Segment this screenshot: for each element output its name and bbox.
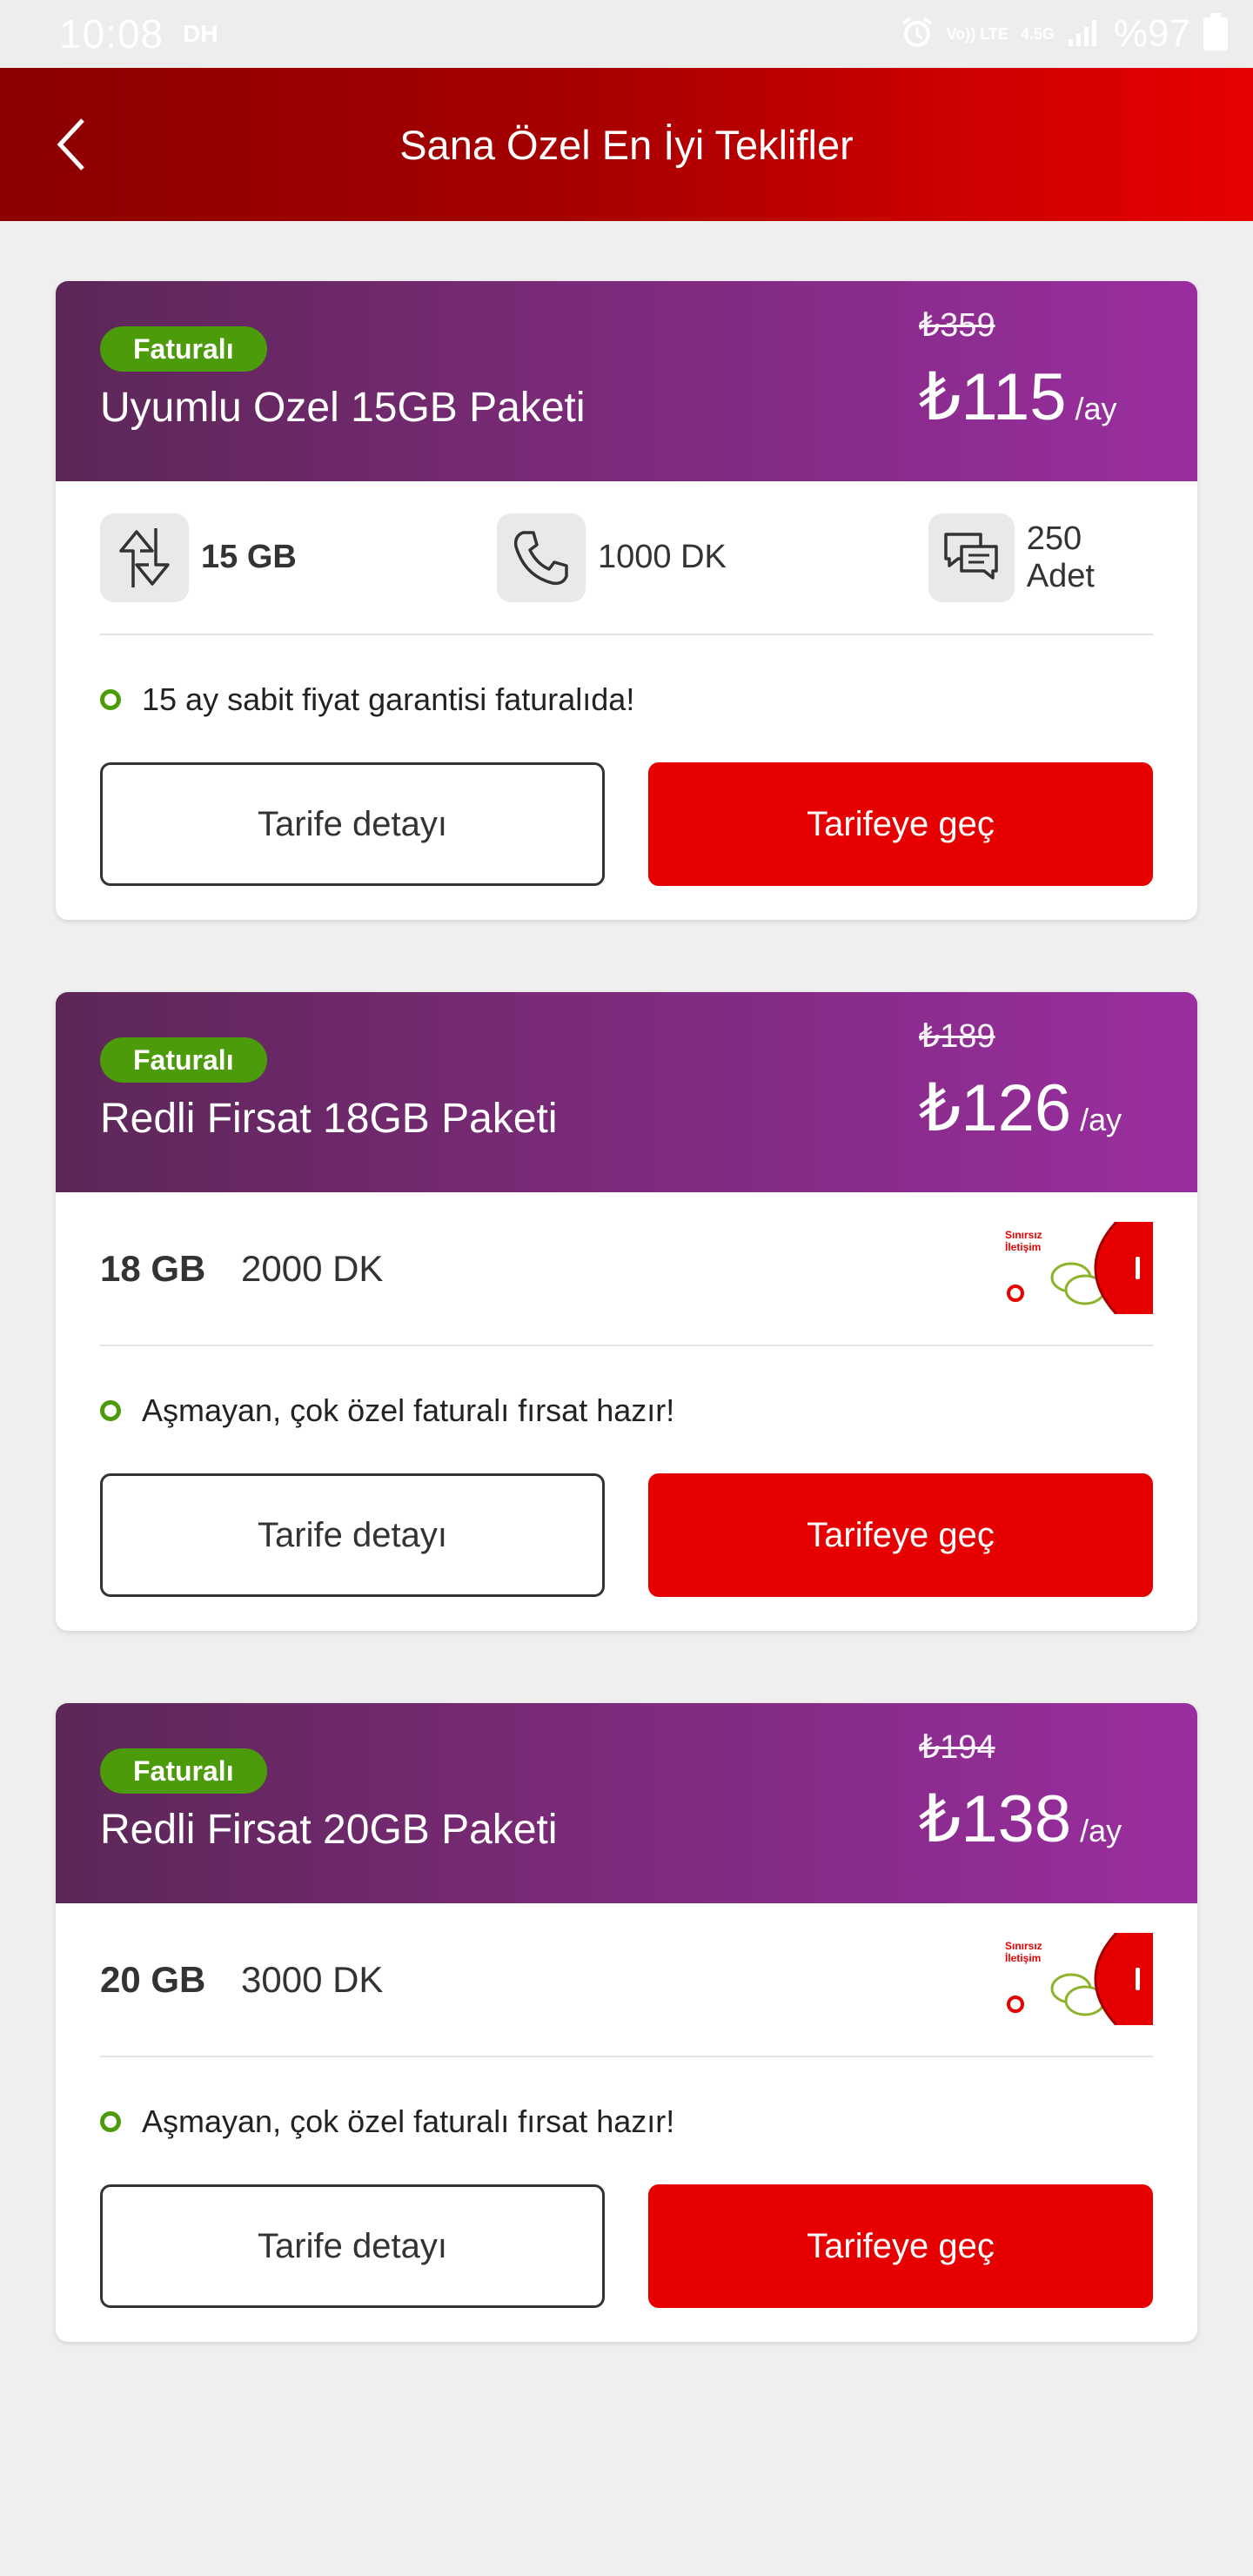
offer-card-header: Faturalı Redli Firsat 18GB Paketi ₺189 ₺…	[56, 992, 1197, 1192]
old-price: ₺359	[919, 307, 995, 344]
offer-card: Faturalı Redli Firsat 18GB Paketi ₺189 ₺…	[56, 992, 1197, 1631]
status-bar: 10:08 DH Vo)) LTE 4.5G %97	[0, 0, 1253, 68]
price-row: ₺138 /ay	[919, 1780, 1122, 1857]
tariff-detail-button[interactable]: Tarife detayı	[100, 2184, 605, 2308]
billing-type-badge: Faturalı	[100, 326, 267, 372]
offer-note: Aşmayan, çok özel faturalı fırsat hazır!	[100, 1392, 674, 1429]
offer-note-text: Aşmayan, çok özel faturalı fırsat hazır!	[142, 2103, 675, 2139]
page-title: Sana Özel En İyi Teklifler	[399, 121, 854, 168]
battery-icon	[1203, 12, 1229, 56]
feature-data: 15 GB	[100, 513, 297, 602]
feature-data-label: 18 GB	[100, 1248, 206, 1289]
price-period: /ay	[1075, 391, 1117, 426]
switch-tariff-button[interactable]: Tarifeye geç	[648, 2184, 1153, 2308]
message-icon	[928, 513, 1015, 602]
bullet-icon	[100, 689, 121, 710]
offer-card: Faturalı Redli Firsat 20GB Paketi ₺194 ₺…	[56, 1703, 1197, 2342]
battery-level: %97	[1113, 12, 1190, 55]
offer-card: Faturalı Uyumlu Ozel 15GB Paketi ₺359 ₺1…	[56, 281, 1197, 920]
feature-minutes-label: 3000 DK	[241, 1959, 384, 2000]
tariff-detail-button[interactable]: Tarife detayı	[100, 762, 605, 886]
back-button[interactable]	[42, 114, 103, 175]
bullet-icon	[100, 2111, 121, 2132]
offer-note-text: 15 ay sabit fiyat garantisi faturalıda!	[142, 681, 635, 717]
signal-icon	[1067, 17, 1102, 52]
price-period: /ay	[1080, 1813, 1122, 1848]
tariff-detail-button[interactable]: Tarife detayı	[100, 1473, 605, 1597]
old-price: ₺194	[919, 1729, 995, 1766]
feature-data-label: 20 GB	[100, 1959, 206, 2000]
offer-note: Aşmayan, çok özel faturalı fırsat hazır!	[100, 2103, 674, 2140]
offer-note-text: Aşmayan, çok özel faturalı fırsat hazır!	[142, 1392, 675, 1428]
price-period: /ay	[1080, 1102, 1122, 1137]
feature-minutes-label: 2000 DK	[241, 1248, 384, 1289]
data-transfer-icon	[100, 513, 189, 602]
package-features: 20 GB 3000 DK Sınırsız İletişim	[100, 1903, 1153, 2057]
feature-sms: 250 Adet	[928, 513, 1153, 602]
price-row: ₺115 /ay	[919, 358, 1117, 435]
network-indicator: 4.5G	[1020, 25, 1055, 43]
offer-card-header: Faturalı Redli Firsat 20GB Paketi ₺194 ₺…	[56, 1703, 1197, 1903]
price-row: ₺126 /ay	[919, 1069, 1122, 1146]
app-header: Sana Özel En İyi Teklifler	[0, 68, 1253, 221]
phone-icon	[497, 513, 586, 602]
alarm-icon	[900, 15, 935, 54]
chevron-left-icon	[57, 118, 84, 171]
status-time: 10:08	[59, 11, 164, 57]
price: ₺126	[919, 1071, 1072, 1145]
billing-type-badge: Faturalı	[100, 1037, 267, 1083]
package-features: 18 GB 2000 DK Sınırsız İletişim	[100, 1192, 1153, 1346]
old-price: ₺189	[919, 1018, 995, 1055]
package-name: Uyumlu Ozel 15GB Paketi	[100, 385, 586, 431]
billing-type-badge: Faturalı	[100, 1748, 267, 1794]
status-carrier-tag: DH	[183, 20, 218, 47]
price: ₺115	[919, 360, 1067, 434]
feature-minutes-label: 1000 DK	[598, 539, 727, 575]
package-name: Redli Firsat 20GB Paketi	[100, 1807, 558, 1853]
feature-data-label: 15 GB	[201, 539, 297, 575]
unlimited-communication-promo: Sınırsız İletişim	[1005, 1933, 1153, 2025]
switch-tariff-button[interactable]: Tarifeye geç	[648, 762, 1153, 886]
volte-indicator: Vo)) LTE	[946, 25, 1008, 43]
feature-minutes: 1000 DK	[497, 513, 727, 602]
offer-note: 15 ay sabit fiyat garantisi faturalıda!	[100, 681, 634, 718]
price: ₺138	[919, 1782, 1072, 1856]
offer-card-header: Faturalı Uyumlu Ozel 15GB Paketi ₺359 ₺1…	[56, 281, 1197, 481]
package-name: Redli Firsat 18GB Paketi	[100, 1096, 558, 1142]
unlimited-communication-promo: Sınırsız İletişim	[1005, 1222, 1153, 1314]
bullet-icon	[100, 1400, 121, 1421]
package-features: 15 GB 1000 DK 250 Adet	[100, 481, 1153, 635]
feature-sms-label: 250 Adet	[1026, 520, 1095, 594]
switch-tariff-button[interactable]: Tarifeye geç	[648, 1473, 1153, 1597]
